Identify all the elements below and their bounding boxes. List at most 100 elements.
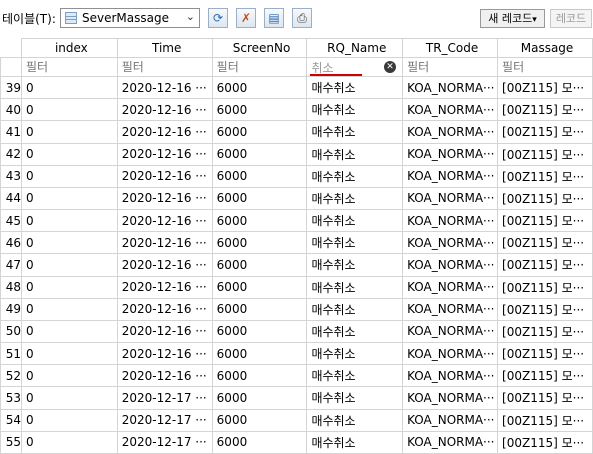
column-header-rq-name[interactable]: RQ_Name [306,38,404,58]
cell-massage[interactable]: [00Z115] 모··· [497,75,593,100]
cell-massage[interactable]: [00Z115] 모··· [497,186,593,211]
cell-massage[interactable]: [00Z115] 모··· [497,319,593,344]
cell-rq-name[interactable]: 매수취소 [306,75,404,100]
cell-tr-code[interactable]: KOA_NORMA··· [402,430,499,454]
cell-rq-name[interactable]: 매수취소 [306,297,404,321]
cell-index[interactable]: 0 [20,164,118,188]
cell-screenno[interactable]: 6000 [211,364,308,388]
cell-rq-name[interactable]: 매수취소 [306,209,404,233]
row-number[interactable]: 55 [0,430,22,454]
cell-tr-code[interactable]: KOA_NORMA··· [402,275,499,299]
cell-index[interactable]: 0 [20,386,118,410]
cell-index[interactable]: 0 [20,319,118,344]
cell-rq-name[interactable]: 매수취소 [306,120,404,144]
clear-filters-button[interactable]: ✗ [236,8,256,28]
cell-time[interactable]: 2020-12-16 ··· [116,164,213,188]
filter-time-input[interactable] [121,60,192,74]
cell-screenno[interactable]: 6000 [211,164,308,188]
row-number[interactable]: 48 [0,275,22,299]
row-number[interactable]: 39 [0,75,22,100]
table-row[interactable]: 51 0 2020-12-16 ··· 6000 매수취소 KOA_NORMA··· [00… [0,342,593,366]
row-number[interactable]: 40 [0,98,22,122]
cell-tr-code[interactable]: KOA_NORMA··· [402,253,499,277]
filter-rq-name-value[interactable]: 취소 [311,61,333,75]
cell-index[interactable]: 0 [20,408,118,432]
cell-index[interactable]: 0 [20,297,118,321]
cell-tr-code[interactable]: KOA_NORMA··· [402,120,499,144]
cell-tr-code[interactable]: KOA_NORMA··· [402,231,499,255]
row-number[interactable]: 49 [0,297,22,321]
cell-massage[interactable]: [00Z115] 모··· [497,120,593,144]
table-row[interactable]: 41 0 2020-12-16 ··· 6000 매수취소 KOA_NORMA··· [00… [0,120,593,144]
cell-rq-name[interactable]: 매수취소 [306,342,404,366]
table-select[interactable]: SeverMassage ⌄ [60,8,200,28]
cell-time[interactable]: 2020-12-16 ··· [116,342,213,366]
table-row[interactable]: 52 0 2020-12-16 ··· 6000 매수취소 KOA_NORMA··· [00… [0,364,593,388]
cell-screenno[interactable]: 6000 [211,430,308,454]
row-number[interactable]: 46 [0,231,22,255]
table-row[interactable]: 39 0 2020-12-16 ··· 6000 매수취소 KOA_NORMA··· [00… [0,75,593,100]
cell-massage[interactable]: [00Z115] 모··· [497,342,593,366]
cell-index[interactable]: 0 [20,342,118,366]
table-row[interactable]: 47 0 2020-12-16 ··· 6000 매수취소 KOA_NORMA··· [00… [0,253,593,277]
refresh-button[interactable]: ⟳ [208,8,228,28]
cell-tr-code[interactable]: KOA_NORMA··· [402,319,499,344]
filter-screenno[interactable] [211,57,308,77]
table-row[interactable]: 45 0 2020-12-16 ··· 6000 매수취소 KOA_NORMA··· [00… [0,209,593,233]
cell-index[interactable]: 0 [20,142,118,166]
cell-rq-name[interactable]: 매수취소 [306,253,404,277]
cell-time[interactable]: 2020-12-16 ··· [116,231,213,255]
filter-massage[interactable] [497,57,593,77]
cell-rq-name[interactable]: 매수취소 [306,275,404,299]
cell-time[interactable]: 2020-12-16 ··· [116,142,213,166]
cell-tr-code[interactable]: KOA_NORMA··· [402,75,499,100]
filter-screenno-input[interactable] [216,60,287,74]
column-header-massage[interactable]: Massage [497,38,593,58]
cell-screenno[interactable]: 6000 [211,275,308,299]
cell-time[interactable]: 2020-12-16 ··· [116,98,213,122]
row-number[interactable]: 44 [0,186,22,211]
cell-tr-code[interactable]: KOA_NORMA··· [402,342,499,366]
cell-screenno[interactable]: 6000 [211,297,308,321]
cell-time[interactable]: 2020-12-17 ··· [116,386,213,410]
cell-screenno[interactable]: 6000 [211,342,308,366]
table-row[interactable]: 55 0 2020-12-17 ··· 6000 매수취소 KOA_NORMA··· [00… [0,430,593,454]
column-header-screenno[interactable]: ScreenNo [211,38,308,58]
cell-screenno[interactable]: 6000 [211,231,308,255]
filter-index-input[interactable] [25,60,96,74]
cell-massage[interactable]: [00Z115] 모··· [497,297,593,321]
cell-tr-code[interactable]: KOA_NORMA··· [402,186,499,211]
table-row[interactable]: 42 0 2020-12-16 ··· 6000 매수취소 KOA_NORMA··· [00… [0,142,593,166]
cell-screenno[interactable]: 6000 [211,253,308,277]
cell-time[interactable]: 2020-12-16 ··· [116,319,213,344]
cell-index[interactable]: 0 [20,253,118,277]
cell-massage[interactable]: [00Z115] 모··· [497,209,593,233]
cell-tr-code[interactable]: KOA_NORMA··· [402,142,499,166]
clear-filter-icon[interactable]: ✕ [384,61,397,73]
cell-rq-name[interactable]: 매수취소 [306,98,404,122]
print-button[interactable]: ⎙ [292,8,312,28]
cell-massage[interactable]: [00Z115] 모··· [497,386,593,410]
cell-time[interactable]: 2020-12-16 ··· [116,209,213,233]
cell-screenno[interactable]: 6000 [211,98,308,122]
cell-time[interactable]: 2020-12-16 ··· [116,186,213,211]
cell-rq-name[interactable]: 매수취소 [306,186,404,211]
cell-screenno[interactable]: 6000 [211,386,308,410]
cell-tr-code[interactable]: KOA_NORMA··· [402,98,499,122]
table-row[interactable]: 54 0 2020-12-17 ··· 6000 매수취소 KOA_NORMA··· [00… [0,408,593,432]
cell-tr-code[interactable]: KOA_NORMA··· [402,164,499,188]
cell-rq-name[interactable]: 매수취소 [306,164,404,188]
cell-tr-code[interactable]: KOA_NORMA··· [402,364,499,388]
cell-massage[interactable]: [00Z115] 모··· [497,364,593,388]
table-row[interactable]: 43 0 2020-12-16 ··· 6000 매수취소 KOA_NORMA··· [00… [0,164,593,188]
cell-tr-code[interactable]: KOA_NORMA··· [402,386,499,410]
cell-massage[interactable]: [00Z115] 모··· [497,275,593,299]
cell-index[interactable]: 0 [20,275,118,299]
cell-time[interactable]: 2020-12-16 ··· [116,75,213,100]
cell-index[interactable]: 0 [20,120,118,144]
cell-massage[interactable]: [00Z115] 모··· [497,98,593,122]
filter-index[interactable] [20,57,118,77]
cell-tr-code[interactable]: KOA_NORMA··· [402,408,499,432]
cell-index[interactable]: 0 [20,209,118,233]
cell-massage[interactable]: [00Z115] 모··· [497,430,593,454]
